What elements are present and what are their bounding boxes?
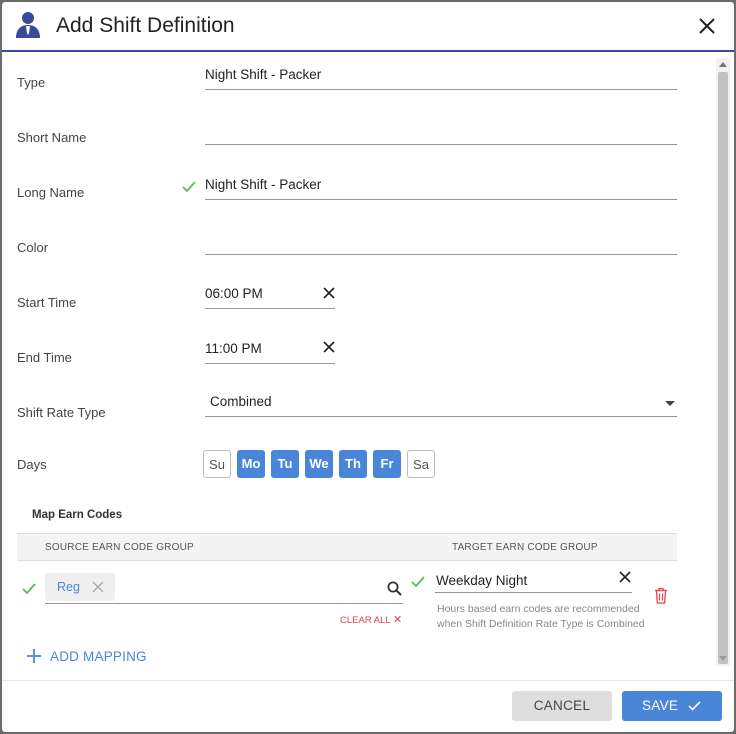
target-earn-code-value: Weekday Night: [436, 573, 528, 588]
start-time-field[interactable]: 06:00 PM: [205, 282, 335, 309]
scroll-down-icon[interactable]: [719, 656, 727, 661]
short-name-field[interactable]: [205, 118, 677, 145]
hint-line-2: when Shift Definition Rate Type is Combi…: [437, 618, 645, 630]
day-we-toggle[interactable]: We: [305, 450, 333, 478]
source-column-header: SOURCE EARN CODE GROUP: [45, 542, 194, 553]
scrollbar-thumb[interactable]: [718, 72, 728, 664]
scrollbar[interactable]: [716, 58, 730, 666]
plus-icon: [27, 649, 41, 663]
source-input-underline[interactable]: [45, 603, 403, 604]
type-label: Type: [17, 75, 46, 90]
day-su-toggle[interactable]: Su: [203, 450, 231, 478]
short-name-label: Short Name: [17, 130, 87, 145]
check-icon: [22, 583, 36, 595]
long-name-field[interactable]: Night Shift - Packer: [205, 173, 677, 200]
long-name-label: Long Name: [17, 185, 85, 200]
clear-end-time-icon[interactable]: [323, 341, 335, 353]
search-icon[interactable]: [387, 581, 402, 596]
trash-icon[interactable]: [654, 587, 668, 604]
source-chip-label: Reg: [57, 580, 80, 594]
start-time-value: 06:00 PM: [205, 286, 263, 301]
clear-start-time-icon[interactable]: [323, 287, 335, 299]
days-label: Days: [17, 457, 47, 472]
remove-chip-icon[interactable]: [92, 581, 104, 593]
dialog-header: Add Shift Definition: [2, 2, 734, 52]
save-button[interactable]: SAVE: [622, 691, 722, 721]
cancel-button[interactable]: CANCEL: [512, 691, 612, 721]
day-fr-toggle[interactable]: Fr: [373, 450, 401, 478]
clear-all-button[interactable]: CLEAR ALL ✕: [340, 613, 402, 626]
day-mo-toggle[interactable]: Mo: [237, 450, 265, 478]
clear-target-icon[interactable]: [619, 571, 631, 583]
clear-all-x-icon: ✕: [392, 614, 403, 626]
target-column-header: TARGET EARN CODE GROUP: [452, 542, 598, 553]
end-time-value: 11:00 PM: [205, 341, 262, 356]
rate-type-label: Shift Rate Type: [17, 405, 106, 420]
long-name-value: Night Shift - Packer: [205, 177, 322, 192]
close-icon[interactable]: [696, 15, 718, 37]
check-icon: [688, 701, 701, 711]
hint-text: Hours based earn codes are recommended w…: [437, 602, 677, 632]
scroll-up-icon[interactable]: [719, 62, 727, 67]
type-field[interactable]: Night Shift - Packer: [205, 63, 677, 90]
end-time-label: End Time: [17, 350, 72, 365]
check-icon: [182, 181, 196, 193]
end-time-field[interactable]: 11:00 PM: [205, 337, 335, 364]
clear-all-label: CLEAR ALL: [340, 615, 391, 626]
rate-type-value: Combined: [210, 394, 272, 409]
map-earn-codes-title: Map Earn Codes: [32, 509, 123, 521]
start-time-label: Start Time: [17, 295, 77, 310]
person-icon: [16, 12, 40, 38]
color-field[interactable]: [205, 228, 677, 255]
map-table-header: SOURCE EARN CODE GROUP TARGET EARN CODE …: [17, 533, 677, 561]
add-mapping-label: ADD MAPPING: [50, 649, 147, 664]
target-earn-code-field[interactable]: Weekday Night: [435, 568, 632, 593]
hint-line-1: Hours based earn codes are recommended: [437, 603, 640, 615]
caret-down-icon: [665, 401, 675, 406]
add-shift-dialog: Add Shift Definition Type Night Shift - …: [2, 2, 734, 732]
day-th-toggle[interactable]: Th: [339, 450, 367, 478]
rate-type-select[interactable]: Combined: [205, 390, 677, 417]
save-label: SAVE: [642, 698, 679, 713]
check-icon: [411, 576, 425, 588]
color-label: Color: [17, 240, 49, 255]
dialog-title: Add Shift Definition: [56, 14, 235, 37]
footer-divider: [2, 680, 734, 681]
day-sa-toggle[interactable]: Sa: [407, 450, 435, 478]
day-tu-toggle[interactable]: Tu: [271, 450, 299, 478]
type-value: Night Shift - Packer: [205, 67, 322, 82]
source-chip: Reg: [45, 573, 115, 601]
